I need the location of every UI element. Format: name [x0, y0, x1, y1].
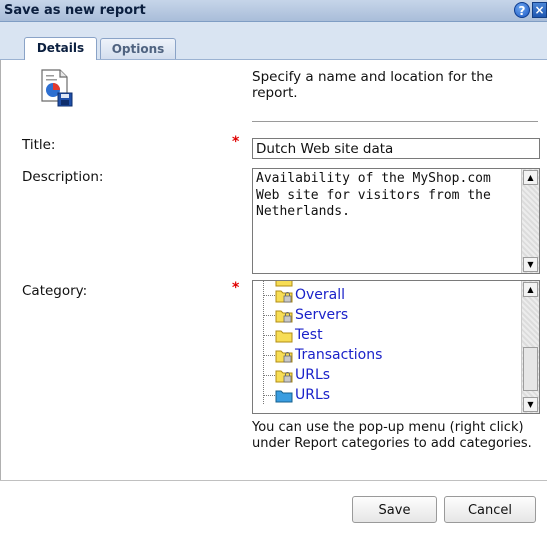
- title-required-mark: *: [232, 134, 240, 150]
- tree-item[interactable]: URLs: [253, 366, 513, 386]
- dialog-titlebar[interactable]: Save as new report ? ×: [0, 0, 547, 22]
- tree-connector: [263, 355, 275, 356]
- description-text: Availability of the MyShop.com Web site …: [256, 171, 499, 219]
- tree-connector: [263, 375, 275, 376]
- save-report-dialog: Save as new report ? × Details Options S…: [0, 0, 547, 533]
- category-required-mark: *: [232, 280, 240, 296]
- dialog-footer: Save Cancel: [0, 480, 547, 533]
- tree-connector: [263, 335, 275, 336]
- category-label: Category:: [22, 283, 88, 299]
- close-icon[interactable]: ×: [532, 2, 547, 18]
- folder-locked-icon: [275, 350, 293, 363]
- description-textarea[interactable]: Availability of the MyShop.com Web site …: [252, 168, 540, 274]
- scroll-down-icon[interactable]: ▼: [523, 257, 538, 272]
- tree-item-label: Test: [295, 327, 323, 343]
- tree-connector: [263, 295, 275, 296]
- tree-item-label: URLs: [295, 367, 331, 383]
- folder-selected-icon: [275, 390, 293, 403]
- scroll-up-icon[interactable]: ▲: [523, 170, 538, 185]
- tree-item[interactable]: URLs: [253, 386, 513, 406]
- intro-text: Specify a name and location for the repo…: [252, 69, 494, 101]
- tree-item-label: Overall: [295, 287, 346, 303]
- tree-connector: [263, 315, 275, 316]
- tree-item[interactable]: Test: [253, 326, 513, 346]
- save-button[interactable]: Save: [352, 496, 437, 523]
- scroll-up-icon[interactable]: ▲: [523, 282, 538, 297]
- category-scrollbar[interactable]: ▲ ▼: [521, 281, 539, 413]
- folder-locked-icon: [275, 370, 293, 383]
- description-label: Description:: [22, 169, 104, 185]
- scroll-thumb[interactable]: [523, 347, 538, 391]
- tree-item-label: Transactions: [295, 347, 383, 363]
- tab-options[interactable]: Options: [100, 38, 176, 59]
- folder-locked-icon: [275, 290, 293, 303]
- tree-item[interactable]: Servers: [253, 306, 513, 326]
- tab-details[interactable]: Details: [24, 37, 97, 60]
- help-icon[interactable]: ?: [514, 2, 530, 18]
- description-scrollbar[interactable]: ▲ ▼: [521, 169, 539, 273]
- title-input[interactable]: [252, 138, 540, 159]
- tree-item[interactable]: Transactions: [253, 346, 513, 366]
- category-hint-text: You can use the pop-up menu (right click…: [252, 420, 532, 451]
- cancel-button[interactable]: Cancel: [444, 496, 536, 523]
- tree-connector: [263, 395, 275, 396]
- left-border: [0, 60, 1, 533]
- category-tree[interactable]: Overall Servers Test Transactions URLs U…: [252, 280, 540, 414]
- divider: [252, 121, 538, 122]
- title-label: Title:: [22, 137, 56, 153]
- tree-item-label: URLs: [295, 387, 331, 403]
- dialog-title: Save as new report: [4, 3, 146, 18]
- scroll-down-icon[interactable]: ▼: [523, 397, 538, 412]
- report-save-icon: [41, 69, 73, 107]
- folder-locked-icon: [275, 310, 293, 323]
- folder-icon: [275, 330, 293, 343]
- details-panel: Specify a name and location for the repo…: [8, 60, 540, 472]
- tree-item[interactable]: Overall: [253, 286, 513, 306]
- tree-item-label: Servers: [295, 307, 349, 323]
- tab-strip: Details Options: [0, 22, 547, 60]
